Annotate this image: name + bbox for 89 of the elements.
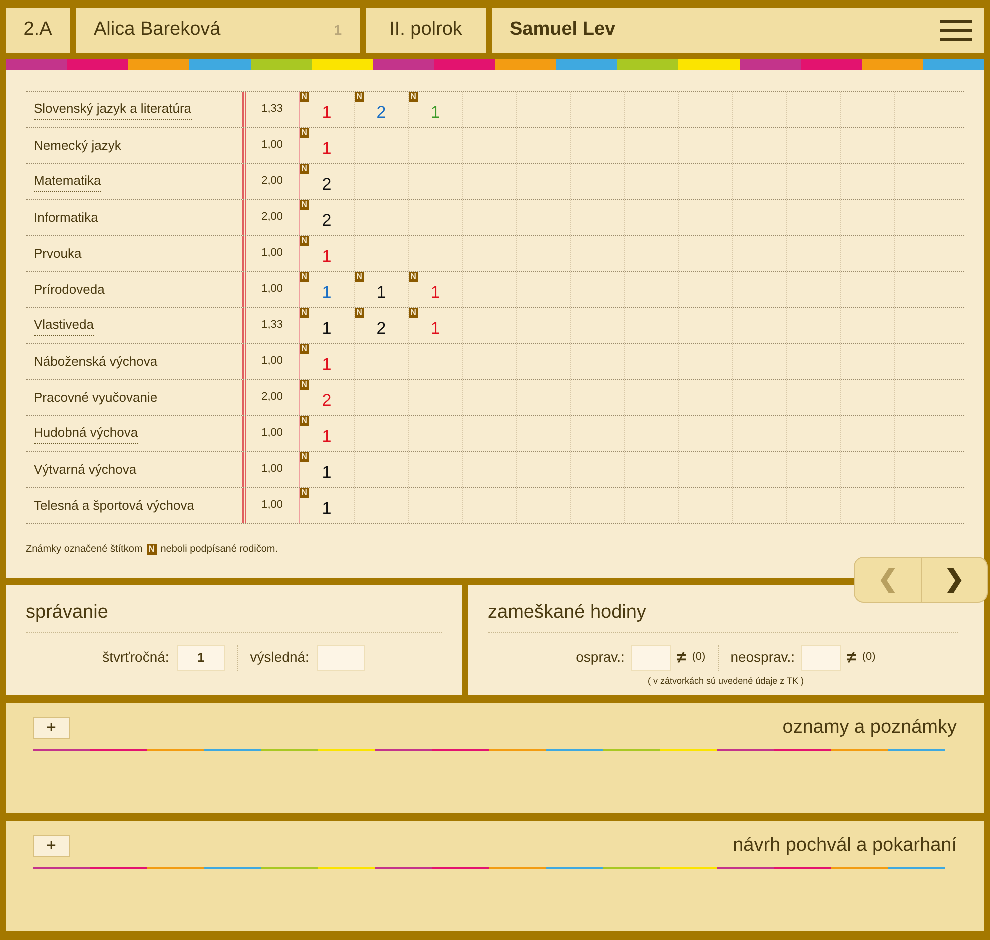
input-field[interactable] bbox=[630, 644, 671, 670]
average-value: 1,00 bbox=[262, 354, 283, 370]
average-value: 1,00 bbox=[262, 246, 283, 262]
subject-name[interactable]: Vlastiveda bbox=[34, 315, 94, 336]
grade-mark[interactable]: 1 bbox=[322, 100, 332, 126]
signature-tag: N bbox=[300, 488, 309, 498]
signature-tag: N bbox=[300, 452, 309, 462]
subject-name[interactable]: Výtvarná výchova bbox=[34, 460, 137, 480]
signature-tag: N bbox=[300, 344, 309, 354]
section-title: správanie bbox=[26, 599, 442, 632]
signature-tag: N bbox=[300, 92, 309, 102]
average-value: 1,33 bbox=[262, 318, 283, 334]
grade-mark[interactable]: 1 bbox=[322, 352, 332, 378]
field-label: výsledná: bbox=[250, 648, 310, 667]
grade-mark[interactable]: 1 bbox=[322, 244, 332, 270]
grade-mark[interactable]: 1 bbox=[322, 460, 332, 486]
signature-tag: N bbox=[300, 128, 309, 138]
subject-name[interactable]: Matematika bbox=[34, 171, 102, 192]
average-value: 2,00 bbox=[262, 174, 283, 190]
grade-mark[interactable]: 1 bbox=[430, 280, 440, 306]
count-label: 1 bbox=[334, 21, 342, 40]
subject-name[interactable]: Slovenský jazyk a literatúra bbox=[34, 99, 192, 120]
signature-tag: N bbox=[355, 272, 364, 282]
signature-tag: N bbox=[409, 272, 418, 282]
field-label: osprav.: bbox=[576, 648, 625, 667]
class-label: 2.A bbox=[6, 8, 70, 53]
subject-name[interactable]: Informatika bbox=[34, 208, 98, 228]
section-title: oznamy a poznámky bbox=[782, 716, 957, 740]
grade-mark[interactable]: 1 bbox=[322, 280, 332, 306]
grade-mark[interactable]: 1 bbox=[322, 424, 332, 450]
input-field[interactable]: 1 bbox=[177, 644, 226, 670]
add-button[interactable]: + bbox=[33, 717, 70, 739]
grade-mark[interactable]: 2 bbox=[376, 316, 386, 342]
not-equal-sign: ≠ bbox=[847, 646, 856, 669]
average-value: 1,00 bbox=[262, 462, 283, 478]
signature-tag: N bbox=[300, 272, 309, 282]
signature-tag: N bbox=[300, 416, 309, 426]
input-field[interactable] bbox=[317, 644, 366, 670]
input-field[interactable] bbox=[801, 644, 842, 670]
signature-tag: N bbox=[146, 544, 157, 555]
signature-tag: N bbox=[300, 308, 309, 318]
add-button[interactable]: + bbox=[33, 835, 70, 857]
student-name: Samuel Lev bbox=[510, 18, 616, 42]
field-label: štvrťročná: bbox=[102, 648, 170, 667]
term-selector[interactable]: II. polrok bbox=[366, 8, 486, 53]
legend-text: Známky označené štítkom bbox=[26, 543, 143, 557]
signature-tag: N bbox=[300, 380, 309, 390]
signature-tag: N bbox=[300, 200, 309, 210]
signature-tag: N bbox=[355, 308, 364, 318]
grade-mark[interactable]: 1 bbox=[430, 316, 440, 342]
average-value: 2,00 bbox=[262, 210, 283, 226]
average-value: 1,00 bbox=[262, 426, 283, 442]
teacher-name: Alica Bareková bbox=[94, 18, 221, 42]
menu-icon[interactable] bbox=[940, 20, 972, 41]
average-value: 1,00 bbox=[262, 498, 283, 514]
section-title: návrh pochvál a pokarhaní bbox=[733, 834, 957, 858]
field-label: neosprav.: bbox=[730, 648, 796, 667]
grade-mark[interactable]: 2 bbox=[322, 172, 332, 198]
average-value: 1,00 bbox=[262, 138, 283, 154]
grade-mark[interactable]: 1 bbox=[322, 136, 332, 162]
subject-name[interactable]: Pracovné vyučovanie bbox=[34, 388, 158, 408]
grade-mark[interactable]: 2 bbox=[376, 100, 386, 126]
average-value: 1,33 bbox=[262, 102, 283, 118]
teacher-selector[interactable]: Alica Bareková 1 bbox=[76, 8, 360, 53]
note-text: ( v zátvorkách sú uvedené údaje z TK ) bbox=[648, 674, 804, 688]
grade-mark[interactable]: 1 bbox=[376, 280, 386, 306]
subject-name[interactable]: Telesná a športová výchova bbox=[34, 496, 194, 516]
signature-tag: N bbox=[409, 92, 418, 102]
grade-mark[interactable]: 2 bbox=[322, 388, 332, 414]
average-value: 2,00 bbox=[262, 390, 283, 406]
average-value: 1,00 bbox=[262, 282, 283, 298]
not-equal-sign: ≠ bbox=[676, 646, 686, 669]
tk-value: (0) bbox=[692, 650, 706, 666]
legend-text: neboli podpísané rodičom. bbox=[160, 543, 278, 557]
subject-name[interactable]: Prvouka bbox=[34, 244, 82, 264]
subject-name[interactable]: Hudobná výchova bbox=[34, 423, 138, 444]
signature-tag: N bbox=[409, 308, 418, 318]
grade-mark[interactable]: 1 bbox=[322, 316, 332, 342]
subject-name[interactable]: Nemecký jazyk bbox=[34, 136, 122, 156]
next-button[interactable]: ❯ bbox=[921, 558, 987, 602]
signature-tag: N bbox=[355, 92, 364, 102]
grade-mark[interactable]: 2 bbox=[322, 208, 332, 234]
section-title: zameškané hodiny bbox=[488, 599, 958, 632]
signature-tag: N bbox=[300, 236, 309, 246]
signature-tag: N bbox=[300, 164, 309, 174]
tk-value: (0) bbox=[862, 650, 876, 666]
subject-name[interactable]: Náboženská výchova bbox=[34, 352, 158, 372]
subject-name[interactable]: Prírodoveda bbox=[34, 280, 105, 300]
grade-mark[interactable]: 1 bbox=[322, 496, 332, 522]
